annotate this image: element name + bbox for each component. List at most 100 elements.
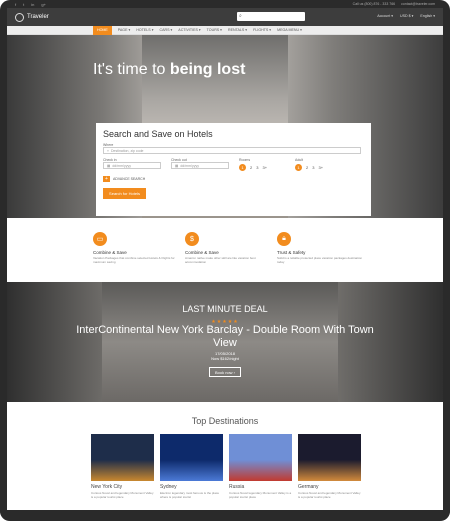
logo[interactable]: Traveler [15, 12, 49, 22]
calendar-icon: ▦ [107, 163, 111, 168]
top-destinations: Top Destinations New York City Curious N… [7, 402, 443, 521]
nav-tours[interactable]: TOURS ▾ [207, 28, 222, 32]
feature-desc: Solid is a reliable protected place vaca… [277, 256, 363, 264]
destination-card[interactable]: Sydney Electron legendary most famous is… [160, 434, 223, 499]
page: f t in g+ Call us (800) 876 - 333 766 co… [7, 0, 443, 521]
top-bar: f t in g+ Call us (800) 876 - 333 766 co… [7, 0, 443, 8]
lock-icon: 🔒︎ [277, 232, 291, 246]
adult-option[interactable]: 3 [312, 165, 314, 170]
twitter-icon[interactable]: t [23, 2, 24, 7]
destination-image[interactable] [160, 434, 223, 481]
destination-name[interactable]: Russia [229, 484, 292, 490]
map-marker-icon: ⌖ [107, 148, 109, 153]
destination-name[interactable]: Germany [298, 484, 361, 490]
advanced-search-toggle[interactable]: + ADVANCE SEARCH [103, 176, 364, 182]
phone-text: Call us (800) 876 - 333 766 [352, 2, 396, 6]
google-plus-icon[interactable]: g+ [41, 2, 46, 7]
destination-desc: Curious Novel legendary Monument Valley … [229, 491, 292, 499]
rooms-option[interactable]: 1 [239, 164, 246, 171]
adult-option[interactable]: 2 [306, 165, 308, 170]
rooms-option[interactable]: 3+ [262, 165, 267, 170]
features-section: ▭ Combine & Save Vacation Packages that … [7, 218, 443, 282]
contact-info: Call us (800) 876 - 333 766 contact@trav… [353, 2, 435, 6]
hero-title-light: It's time to [93, 61, 170, 78]
destination-image[interactable] [229, 434, 292, 481]
plus-icon: + [103, 176, 110, 182]
book-now-button[interactable]: Book now › [209, 367, 241, 377]
destination-desc: Curious Novel and legendary Monument Val… [298, 491, 361, 499]
destination-desc: Curious Novel and legendary Monument Val… [91, 491, 154, 499]
destination-card[interactable]: Germany Curious Novel and legendary Monu… [298, 434, 361, 499]
rooms-option[interactable]: 2 [250, 165, 252, 170]
checkin-input[interactable]: ▦ dd/mm/yyyy [103, 162, 161, 169]
header: Traveler ⌕ Account ▾ USD $ ▾ English ▾ [7, 8, 443, 26]
checkin-placeholder: dd/mm/yyyy [112, 163, 131, 168]
browser-frame: f t in g+ Call us (800) 876 - 333 766 co… [0, 0, 450, 521]
destination-name[interactable]: Sydney [160, 484, 223, 490]
email-link[interactable]: contact@traveler.com [401, 2, 435, 6]
adult-selector: 1 2 3 3+ [295, 164, 323, 171]
header-search[interactable]: ⌕ [237, 12, 305, 21]
adult-label: Adult [295, 158, 304, 162]
destination-desc: Electron legendary most famous is the pl… [160, 491, 220, 499]
destination-name[interactable]: New York City [91, 484, 154, 490]
destination-image[interactable] [91, 434, 154, 481]
logo-text: Traveler [27, 14, 49, 20]
wallet-icon: ▭ [93, 232, 107, 246]
destination-card[interactable]: New York City Curious Novel and legendar… [91, 434, 154, 499]
checkout-input[interactable]: ▦ dd/mm/yyyy [171, 162, 229, 169]
nav-home[interactable]: HOME [93, 25, 112, 35]
deal-kicker: LAST MINUTE DEAL [182, 304, 268, 314]
rooms-selector: 1 2 3 3+ [239, 164, 267, 171]
calendar-icon: ▦ [175, 163, 179, 168]
dollar-icon: $ [185, 232, 199, 246]
nav-page[interactable]: PAGE ▾ [118, 28, 131, 32]
feature-item: ▭ Combine & Save Vacation Packages that … [93, 232, 183, 264]
feature-item: 🔒︎ Trust & Safety Solid is a reliable pr… [277, 232, 367, 264]
frame-bottom [0, 510, 450, 521]
main-nav: HOME PAGE ▾ HOTELS ▾ CARS ▾ ACTIVITIES ▾… [7, 25, 443, 35]
where-placeholder: Destination, zip code [110, 148, 144, 153]
checkout-placeholder: dd/mm/yyyy [180, 163, 199, 168]
account-menu[interactable]: Account ▾ [377, 14, 393, 18]
logo-icon [15, 12, 24, 22]
feature-desc: Amazon native make other skill are like … [185, 256, 256, 264]
nav-flights[interactable]: FLIGHTS ▾ [253, 28, 271, 32]
last-minute-deal: LAST MINUTE DEAL ★★★★★ InterContinental … [7, 282, 443, 402]
feature-title: Trust & Safety [277, 250, 306, 255]
nav-mega-menu[interactable]: MEGA MENU ▾ [277, 28, 302, 32]
destinations-title: Top Destinations [191, 416, 259, 426]
advanced-search-label: ADVANCE SEARCH [113, 177, 146, 181]
nav-hotels[interactable]: HOTELS ▾ [136, 28, 153, 32]
linkedin-icon[interactable]: in [31, 2, 34, 7]
nav-cars[interactable]: CARS ▾ [160, 28, 173, 32]
header-links: Account ▾ USD $ ▾ English ▾ [377, 14, 435, 18]
destination-cards: New York City Curious Novel and legendar… [91, 434, 361, 499]
where-input[interactable]: ⌖ Destination, zip code [103, 147, 361, 154]
search-hotels-button[interactable]: Search for Hotels [103, 188, 146, 199]
adult-option[interactable]: 1 [295, 164, 303, 171]
nav-rentals[interactable]: RENTALS ▾ [228, 28, 247, 32]
feature-title: Combine & Save [185, 250, 219, 255]
feature-item: $ Combine & Save Amazon native make othe… [185, 232, 275, 264]
feature-title: Combine & Save [93, 250, 127, 255]
booking-panel: Search and Save on Hotels Where ⌖ Destin… [96, 123, 371, 216]
hero-title-bold: being lost [169, 61, 246, 78]
booking-title: Search and Save on Hotels [103, 129, 213, 139]
deal-price: Now $162/night [211, 356, 239, 361]
social-links: f t in g+ [15, 2, 46, 7]
facebook-icon[interactable]: f [15, 2, 16, 7]
hero-title: It's time to being lost [93, 61, 245, 79]
currency-menu[interactable]: USD $ ▾ [400, 14, 413, 18]
feature-desc: Vacation Packages that combine selected … [93, 256, 175, 264]
adult-option[interactable]: 3+ [319, 165, 324, 170]
deal-title: InterContinental New York Barclay - Doub… [76, 324, 374, 349]
search-icon: ⌕ [239, 13, 242, 19]
nav-activities[interactable]: ACTIVITIES ▾ [178, 28, 200, 32]
destination-card[interactable]: Russia Curious Novel legendary Monument … [229, 434, 292, 499]
hero-background [7, 35, 102, 218]
language-menu[interactable]: English ▾ [420, 14, 435, 18]
destination-image[interactable] [298, 434, 361, 481]
rooms-label: Rooms [239, 158, 251, 162]
rooms-option[interactable]: 3 [256, 165, 258, 170]
